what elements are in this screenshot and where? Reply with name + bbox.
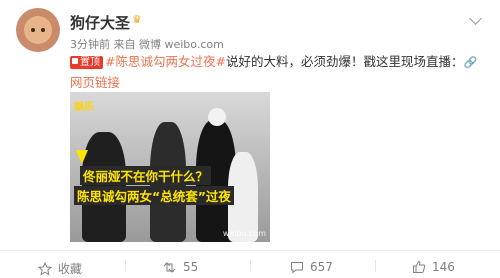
web-link[interactable]: 网页链接: [70, 75, 120, 90]
action-bar: 收藏 55 657 146: [0, 252, 500, 278]
blonde-hair: [208, 108, 226, 126]
comment-icon: [291, 261, 303, 274]
image-caption-line1: 佟丽娅不在你干什么？: [80, 166, 212, 185]
favorite-button[interactable]: 收藏: [38, 260, 82, 277]
post-meta: 3分钟前 来自 微博 weibo.com: [70, 38, 224, 51]
pin-icon: [72, 58, 78, 64]
pinned-badge: 置顶: [70, 56, 103, 69]
favorite-label: 收藏: [58, 262, 83, 276]
post-text: 置顶 #陈思诚勾两女过夜#说好的大料，必须劲爆！戳这里现场直播：🔗 网页链接: [70, 52, 480, 93]
avatar-face: [24, 16, 52, 44]
image-logo: 娱乐: [74, 102, 94, 113]
like-button[interactable]: 146: [412, 260, 455, 274]
username[interactable]: 狗仔大圣: [70, 12, 130, 33]
comment-button[interactable]: 657: [290, 260, 333, 274]
repost-button[interactable]: 55: [162, 260, 198, 274]
star-icon: [38, 261, 52, 276]
avatar[interactable]: [16, 8, 60, 52]
post-image[interactable]: 娱乐 佟丽娅不在你干什么？ 陈思诚勾两女“总统套”过夜 weibo.com: [70, 92, 270, 242]
link-icon: 🔗: [463, 56, 478, 69]
action-separator: [375, 260, 376, 272]
image-watermark: weibo.com: [222, 229, 266, 238]
hashtag-link[interactable]: #陈思诚勾两女过夜#: [105, 54, 226, 69]
image-caption-line2: 陈思诚勾两女“总统套”过夜: [74, 186, 234, 205]
repost-icon: [163, 261, 176, 273]
lightning-icon: [76, 150, 88, 164]
avatar-eye: [41, 28, 45, 32]
divider: [0, 250, 500, 251]
action-separator: [250, 260, 251, 272]
comment-count: 657: [310, 260, 333, 274]
pinned-label: 置顶: [80, 57, 100, 68]
chevron-down-icon[interactable]: [469, 12, 482, 25]
post-body: 说好的大料，必须劲爆！戳这里现场直播：: [225, 54, 464, 69]
action-separator: [125, 260, 126, 272]
repost-count: 55: [183, 260, 199, 274]
like-count: 146: [432, 260, 455, 274]
avatar-eye: [31, 28, 35, 32]
thumbs-up-icon: [413, 260, 426, 273]
crown-icon: ♛: [132, 13, 142, 26]
